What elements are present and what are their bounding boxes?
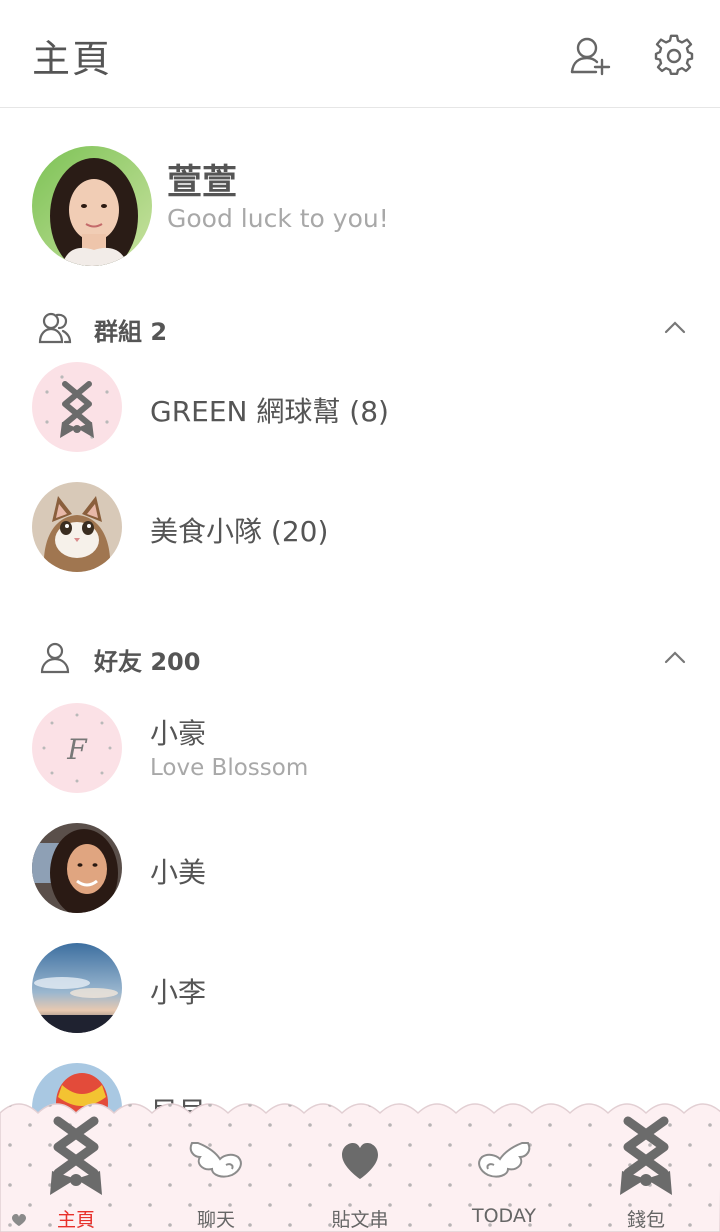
nav-today-label: TODAY: [472, 1205, 536, 1227]
wing-icon: [186, 1113, 246, 1203]
group-name: GREEN 網球幫 (8): [150, 395, 389, 428]
gear-icon[interactable]: [652, 34, 696, 78]
nav-today[interactable]: TODAY: [432, 1113, 576, 1232]
nav-wallet[interactable]: 錢包: [574, 1113, 718, 1232]
add-person-icon[interactable]: [568, 34, 612, 78]
nav-timeline[interactable]: 貼文串: [288, 1113, 432, 1232]
group-avatar: [32, 482, 122, 572]
letter-f-icon: F: [66, 733, 88, 766]
nav-home-label: 主頁: [56, 1209, 95, 1231]
list-item[interactable]: 小美: [0, 818, 720, 918]
group-icon: [38, 310, 72, 344]
friend-name: 小豪: [150, 717, 207, 750]
heart-icon: [330, 1113, 390, 1203]
friend-name: 小李: [150, 976, 207, 1009]
friends-section-title: 好友: [94, 648, 142, 676]
bottom-nav: 主頁 聊天 貼文串 TODAY 錢包: [0, 1095, 720, 1232]
friends-section-header[interactable]: 好友 200: [0, 634, 720, 684]
nav-timeline-label: 貼文串: [331, 1209, 389, 1231]
list-item[interactable]: GREEN 網球幫 (8): [0, 357, 720, 457]
person-icon: [38, 640, 72, 674]
chevron-up-icon[interactable]: [662, 644, 688, 670]
nav-home[interactable]: 主頁: [4, 1113, 148, 1232]
profile-avatar[interactable]: [32, 146, 152, 266]
nav-chat-label: 聊天: [196, 1209, 235, 1231]
groups-section-title: 群組: [94, 318, 142, 346]
chevron-up-icon[interactable]: [662, 314, 688, 340]
friends-count: 200: [150, 648, 201, 676]
friend-avatar: [32, 823, 122, 913]
wing-icon: [474, 1113, 534, 1203]
list-item[interactable]: F 小豪 Love Blossom: [0, 698, 720, 798]
friend-name: 小美: [150, 856, 207, 889]
profile-name[interactable]: 萱萱: [167, 154, 237, 205]
groups-section-header[interactable]: 群組 2: [0, 304, 720, 354]
list-item[interactable]: 美食小隊 (20): [0, 477, 720, 577]
groups-count: 2: [150, 318, 168, 346]
friend-avatar: [32, 943, 122, 1033]
list-item[interactable]: 小李: [0, 938, 720, 1038]
friend-status: Love Blossom: [150, 755, 309, 781]
nav-chat[interactable]: 聊天: [144, 1113, 288, 1232]
header-bar: 主頁: [0, 0, 720, 108]
friend-avatar: F: [32, 703, 122, 793]
ribbon-lace-icon: [46, 1113, 106, 1203]
group-name: 美食小隊 (20): [150, 515, 329, 548]
ribbon-lace-icon: [616, 1113, 676, 1203]
profile-status-message[interactable]: Good luck to you!: [167, 204, 389, 233]
nav-wallet-label: 錢包: [626, 1209, 665, 1231]
group-avatar: [32, 362, 122, 452]
page-title: 主頁: [32, 37, 113, 81]
